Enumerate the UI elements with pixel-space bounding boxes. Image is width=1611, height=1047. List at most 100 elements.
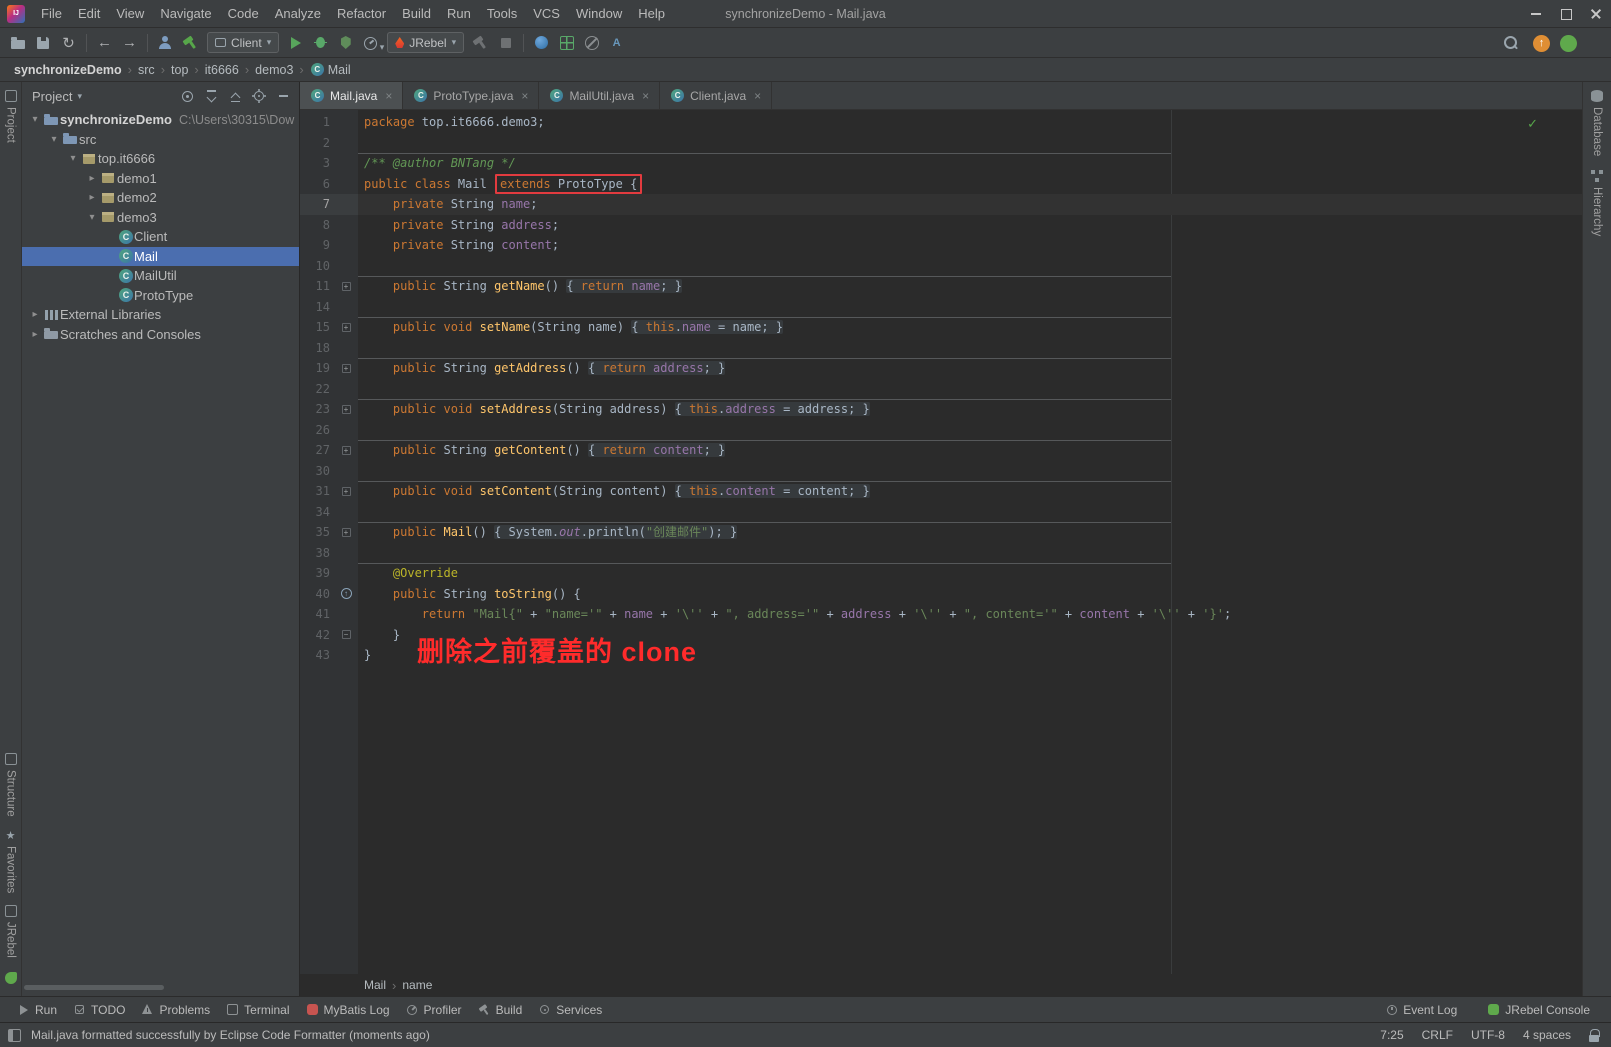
tool-window-button-jrebel-console[interactable]: JRebel Console: [1480, 1001, 1597, 1019]
menu-build[interactable]: Build: [394, 6, 439, 21]
line-separator[interactable]: CRLF: [1422, 1028, 1453, 1042]
fold-gutter-icon[interactable]: −: [334, 630, 358, 640]
profiler-icon[interactable]: ▾: [358, 31, 384, 55]
tree-item-demo3[interactable]: ▾ demo3: [22, 208, 299, 228]
tool-window-button-project[interactable]: Project: [0, 82, 21, 147]
translate-icon[interactable]: A: [604, 31, 629, 55]
menu-window[interactable]: Window: [568, 6, 630, 21]
chevron-down-icon[interactable]: ▾: [77, 91, 82, 102]
tree-item-demo2[interactable]: ▸ demo2: [22, 188, 299, 208]
breadcrumb-item-demo3[interactable]: demo3: [255, 63, 293, 77]
editor-breadcrumb-mail[interactable]: Mail: [364, 978, 386, 992]
tab-mailutil-java[interactable]: C MailUtil.java ×: [539, 82, 661, 109]
code-line-41[interactable]: 41 return "Mail{" + "name='" + name + '\…: [300, 604, 1582, 625]
code-line-26[interactable]: 26: [300, 420, 1582, 441]
open-file-icon[interactable]: [6, 31, 31, 55]
chevron-icon[interactable]: ▸: [28, 309, 42, 320]
tree-item-client[interactable]: C Client: [22, 227, 299, 247]
inspections-status-icon[interactable]: ✓: [1527, 116, 1538, 132]
jrebel-leaf-icon[interactable]: [4, 972, 17, 984]
toolwindow-toggle-icon[interactable]: [8, 1028, 21, 1042]
build-project-icon[interactable]: [178, 31, 203, 55]
stop-icon[interactable]: [493, 31, 518, 55]
code-line-8[interactable]: 8 private String address;: [300, 215, 1582, 236]
close-icon[interactable]: ×: [754, 89, 761, 103]
gear-icon[interactable]: [249, 86, 269, 106]
code-line-22[interactable]: 22: [300, 379, 1582, 400]
code-line-3[interactable]: 3 /** @author BNTang */: [300, 153, 1582, 174]
hide-panel-icon[interactable]: [273, 86, 293, 106]
tool-window-button-profiler[interactable]: Profiler: [399, 1001, 469, 1019]
tool-window-button-run[interactable]: Run: [10, 1001, 64, 1019]
breadcrumb-item-top[interactable]: top: [171, 63, 188, 77]
tab-client-java[interactable]: C Client.java ×: [660, 82, 773, 109]
run-icon[interactable]: [283, 31, 308, 55]
chevron-icon[interactable]: ▸: [28, 329, 42, 340]
project-scrollbar-horizontal[interactable]: [24, 985, 164, 990]
tree-item-prototype[interactable]: C ProtoType: [22, 286, 299, 306]
minimize-button[interactable]: [1521, 0, 1551, 28]
tool-window-button-terminal[interactable]: Terminal: [219, 1001, 296, 1019]
menu-refactor[interactable]: Refactor: [329, 6, 394, 21]
close-icon[interactable]: ×: [642, 89, 649, 103]
tree-item-top-it6666[interactable]: ▾ top.it6666: [22, 149, 299, 169]
tool-window-button-favorites[interactable]: ★ Favorites: [5, 821, 17, 897]
close-icon[interactable]: ×: [385, 89, 392, 103]
tool-window-button-problems[interactable]: Problems: [134, 1001, 217, 1019]
code-line-27[interactable]: 27 + public String getContent() { return …: [300, 440, 1582, 461]
close-icon[interactable]: ×: [521, 89, 528, 103]
breadcrumb-item-it6666[interactable]: it6666: [205, 63, 239, 77]
jrebel-status-icon[interactable]: [1560, 34, 1577, 52]
tab-prototype-java[interactable]: C ProtoType.java ×: [403, 82, 540, 109]
code-line-34[interactable]: 34: [300, 502, 1582, 523]
fold-gutter-icon[interactable]: +: [334, 281, 358, 291]
code-line-39[interactable]: 39 @Override: [300, 563, 1582, 584]
debug-icon[interactable]: [308, 31, 333, 55]
menu-navigate[interactable]: Navigate: [152, 6, 219, 21]
tree-item-mailutil[interactable]: C MailUtil: [22, 266, 299, 286]
tool-window-button-jrebel[interactable]: JRebel: [4, 897, 17, 962]
tree-item-src[interactable]: ▾ src: [22, 130, 299, 150]
chevron-icon[interactable]: ▸: [85, 173, 99, 184]
code-line-18[interactable]: 18: [300, 338, 1582, 359]
chevron-icon[interactable]: ▸: [85, 192, 99, 203]
indent-setting[interactable]: 4 spaces: [1523, 1028, 1571, 1042]
override-gutter-icon[interactable]: ↑: [334, 588, 358, 600]
chevron-icon[interactable]: ▾: [66, 153, 80, 164]
menu-edit[interactable]: Edit: [70, 6, 108, 21]
back-icon[interactable]: ←: [92, 31, 117, 55]
expand-all-icon[interactable]: [201, 86, 221, 106]
caret-position[interactable]: 7:25: [1380, 1028, 1403, 1042]
annotate-user-icon[interactable]: [153, 31, 178, 55]
file-encoding[interactable]: UTF-8: [1471, 1028, 1505, 1042]
code-line-15[interactable]: 15 + public void setName(String name) { t…: [300, 317, 1582, 338]
tool-window-button-structure[interactable]: Structure: [4, 745, 17, 821]
menu-code[interactable]: Code: [220, 6, 267, 21]
attach-agent-icon[interactable]: [468, 31, 493, 55]
tree-item-mail[interactable]: C Mail: [22, 246, 299, 266]
code-line-35[interactable]: 35 + public Mail() { System.out.println("…: [300, 522, 1582, 543]
editor-breadcrumb-name[interactable]: name: [402, 978, 432, 992]
search-everywhere-icon[interactable]: [1498, 31, 1523, 55]
update-icon[interactable]: ↑: [1533, 34, 1550, 52]
breadcrumb-item-synchronizedemo[interactable]: synchronizeDemo: [14, 63, 122, 77]
locate-file-icon[interactable]: [177, 86, 197, 106]
code-line-10[interactable]: 10: [300, 256, 1582, 277]
code-line-23[interactable]: 23 + public void setAddress(String addres…: [300, 399, 1582, 420]
tool-window-button-hierarchy[interactable]: Hierarchy: [1583, 160, 1611, 240]
menu-tools[interactable]: Tools: [479, 6, 525, 21]
fold-gutter-icon[interactable]: +: [334, 486, 358, 496]
tab-mail-java[interactable]: C Mail.java ×: [300, 82, 404, 109]
tree-item-external-libraries[interactable]: ▸ External Libraries: [22, 305, 299, 325]
run-config-select[interactable]: Client ▾: [207, 32, 280, 53]
fold-gutter-icon[interactable]: +: [334, 527, 358, 537]
code-line-1[interactable]: 1 package top.it6666.demo3;: [300, 112, 1582, 133]
lock-icon[interactable]: [1589, 1028, 1600, 1042]
breadcrumb-item-mail[interactable]: C Mail: [310, 63, 351, 77]
chevron-icon[interactable]: ▾: [85, 212, 99, 223]
maximize-button[interactable]: [1551, 0, 1581, 28]
save-all-icon[interactable]: [31, 31, 56, 55]
code-line-38[interactable]: 38: [300, 543, 1582, 564]
fold-gutter-icon[interactable]: +: [334, 363, 358, 373]
tool-window-button-mybatis-log[interactable]: MyBatis Log: [299, 1001, 397, 1019]
